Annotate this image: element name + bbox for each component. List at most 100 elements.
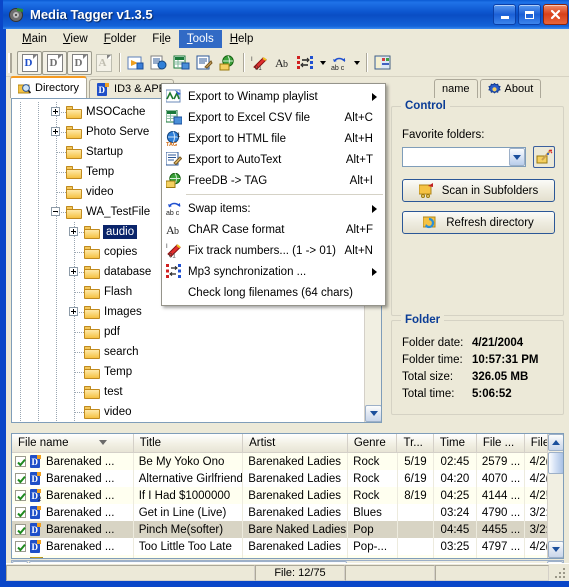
svg-text:I: I (251, 57, 253, 63)
freedb-button[interactable] (216, 52, 239, 74)
columns-button[interactable] (371, 52, 394, 74)
maximize-button[interactable] (518, 4, 541, 25)
cell-genre: Blues (348, 504, 398, 521)
list-vertical-scrollbar[interactable] (547, 434, 563, 558)
table-row[interactable]: D Barenaked ... Too Little Too Late Barenak… (12, 538, 563, 555)
menu-item[interactable]: FreeDB -> TAG Alt+I (162, 170, 385, 191)
menu-item[interactable]: Export to Winamp playlist (162, 86, 385, 107)
column-header[interactable]: Artist (243, 434, 348, 452)
tree-indent (12, 282, 30, 302)
swap-items-button[interactable]: ab c (328, 52, 351, 74)
chevron-down-icon[interactable] (509, 148, 525, 166)
row-checkbox[interactable] (15, 456, 26, 467)
id3-blue-icon: D (30, 455, 42, 468)
tree-indent (66, 302, 84, 322)
menu-view[interactable]: View (55, 30, 96, 48)
favorite-folders-wizard-button[interactable] (533, 146, 555, 168)
toolbar-grip[interactable] (8, 52, 14, 73)
column-header[interactable]: File ... (477, 434, 525, 452)
scan-subfolders-button[interactable]: Scan in Subfolders (402, 179, 555, 202)
menu-item[interactable]: TAG 1 Export to HTML file Alt+H (162, 128, 385, 149)
id3-blue-icon: D (30, 472, 42, 485)
column-header[interactable]: Title (134, 434, 244, 452)
refresh-directory-button[interactable]: Refresh directory (402, 211, 555, 234)
menu-help[interactable]: Help (222, 30, 262, 48)
csv-export-button[interactable] (170, 52, 193, 74)
tree-node[interactable]: test (12, 382, 364, 402)
column-header[interactable]: Tr... (397, 434, 434, 452)
minimize-button[interactable] (493, 4, 516, 25)
row-checkbox[interactable] (15, 541, 26, 552)
cell-filename: D Barenaked ... (12, 504, 134, 521)
menu-tools[interactable]: Tools (178, 30, 222, 48)
tree-node[interactable]: search (12, 342, 364, 362)
tree-node[interactable]: web6342b (12, 422, 364, 423)
table-row[interactable]: D Barenaked ... Be My Yoko Ono Barenaked La… (12, 453, 563, 470)
cell-filename: D Barenaked ... (12, 453, 134, 470)
mp3-sync-button[interactable] (294, 52, 317, 74)
id3v2-tag-button[interactable]: D (42, 50, 67, 75)
fix-track-numbers-button[interactable]: I 01 (248, 52, 271, 74)
cell-title: Get in Line (Live) (134, 504, 244, 521)
cell-track (398, 538, 435, 555)
menu-item[interactable]: Export to AutoText Alt+T (162, 149, 385, 170)
folder-info-title: Folder (401, 314, 445, 326)
table-row[interactable]: beatles#be... beatles - there are ... beat… (12, 555, 563, 559)
id3v1-tag-button[interactable]: D (17, 50, 42, 75)
menu-item[interactable]: Export to Excel CSV file Alt+C (162, 107, 385, 128)
column-header-label: Genre (353, 437, 386, 449)
tab-rename[interactable]: name (434, 79, 478, 98)
swap-items-dropdown-arrow[interactable] (351, 52, 362, 74)
table-row[interactable]: D Barenaked ... Alternative Girlfriend Bare… (12, 470, 563, 487)
winamp-export-button[interactable] (124, 52, 147, 74)
row-checkbox[interactable] (15, 507, 26, 518)
column-header[interactable]: File name (12, 434, 134, 452)
svg-text:01: 01 (169, 254, 176, 259)
menu-folder[interactable]: Folder (96, 30, 145, 48)
filesize-text: 2820 ... (482, 558, 520, 559)
menu-item[interactable]: I 01 Fix track numbers... (1 -> 01) Alt+N (162, 240, 385, 261)
row-checkbox[interactable] (15, 473, 26, 484)
tab-about[interactable]: About (479, 79, 542, 98)
tree-indent (12, 222, 30, 242)
char-case-button[interactable]: Ab (271, 52, 294, 74)
html-export-button[interactable] (147, 52, 170, 74)
menu-item[interactable]: Ab ChAR Case format Alt+F (162, 219, 385, 240)
tree-node[interactable]: video (12, 402, 364, 422)
cell-time: 04:45 (434, 521, 477, 538)
table-row[interactable]: D 2 Barenaked ... If I Had $1000000 Barenake… (12, 487, 563, 504)
tools-dropdown-menu[interactable]: Export to Winamp playlist Export to Excel… (161, 83, 386, 306)
tree-indent (48, 362, 66, 382)
table-row[interactable]: D Barenaked ... Get in Line (Live) Barenake… (12, 504, 563, 521)
menu-item[interactable]: Mp3 synchronization ... (162, 261, 385, 282)
resize-grip[interactable] (553, 566, 567, 580)
mp3-sync-dropdown-arrow[interactable] (317, 52, 328, 74)
column-header[interactable]: Time (434, 434, 477, 452)
apev2-tag-button[interactable]: D (67, 50, 92, 75)
menu-file[interactable]: File (144, 30, 179, 48)
row-checkbox[interactable] (15, 558, 26, 559)
tab-directory[interactable]: Directory (10, 76, 88, 98)
cell-genre: Rock (348, 487, 398, 504)
favorite-folders-combo[interactable] (402, 147, 526, 167)
file-list[interactable]: File name Title Artist Genre Tr... Time File .… (11, 433, 564, 559)
table-row[interactable]: D Barenaked ... Pinch Me(softer) Bare Naked… (12, 521, 563, 538)
tree-indent (48, 222, 66, 242)
menu-item[interactable]: Check long filenames (64 chars) (162, 282, 385, 303)
menu-item[interactable]: ab c Swap items: (162, 198, 385, 219)
cell-filesize: 4144 ... (477, 487, 525, 504)
list-scroll-down-button[interactable] (548, 541, 563, 558)
list-scroll-up-button[interactable] (548, 434, 563, 451)
column-header[interactable]: Genre (348, 434, 398, 452)
close-button[interactable] (543, 4, 568, 25)
tree-node[interactable]: pdf (12, 322, 364, 342)
row-checkbox[interactable] (15, 490, 26, 501)
tree-node[interactable]: Temp (12, 362, 364, 382)
autotext-export-button[interactable] (193, 52, 216, 74)
menu-main[interactable]: MMainain (14, 30, 55, 48)
row-checkbox[interactable] (15, 524, 26, 535)
tree-scroll-down-button[interactable] (365, 405, 381, 422)
title-text: If I Had $1000000 (138, 489, 231, 502)
menu-bar: MMainain View Folder File Tools Help (6, 29, 569, 49)
list-scroll-thumb[interactable] (548, 452, 563, 474)
